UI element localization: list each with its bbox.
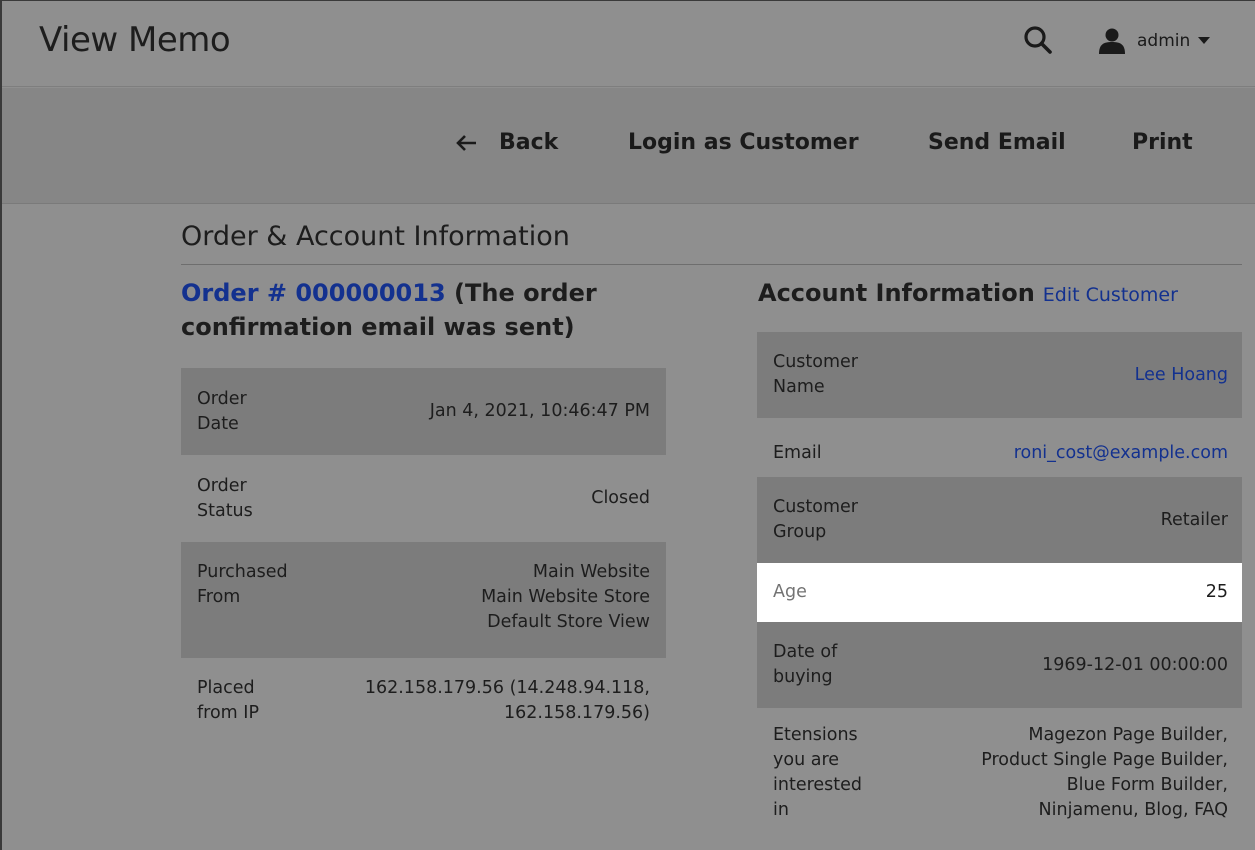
search-icon [1024, 26, 1052, 54]
table-row-order-date: Order Date Jan 4, 2021, 10:46:47 PM [181, 368, 666, 455]
row-value: 162.158.179.56 (14.248.94.118, 162.158.1… [364, 678, 650, 723]
table-row-extensions: Etensions you are interested in Magezon … [757, 708, 1242, 850]
row-label: Order Date [197, 388, 247, 434]
row-label: Order Status [197, 475, 253, 521]
edit-customer-link[interactable]: Edit Customer [1043, 284, 1178, 306]
search-button[interactable] [1022, 24, 1056, 58]
row-label: Etensions you are interested in [773, 725, 863, 820]
row-label: Customer Name [773, 352, 859, 397]
customer-email-link[interactable]: roni_cost@example.com [1014, 441, 1228, 466]
row-label: Email [773, 443, 822, 463]
order-number-link[interactable]: Order # 000000013 [181, 279, 446, 307]
section-title: Order & Account Information [181, 221, 570, 252]
table-row-age: Age 25 [757, 563, 1242, 622]
account-title: Account Information [758, 279, 1035, 307]
table-row-customer-name: Customer Name Lee Hoang [757, 332, 1242, 418]
section-divider [181, 264, 1242, 265]
user-icon [1099, 28, 1125, 54]
row-label: Age [773, 582, 807, 602]
row-label: Purchased From [197, 562, 288, 607]
arrow-left-icon [456, 134, 476, 151]
row-label: Date of buying [773, 642, 838, 687]
row-value: Closed [591, 488, 650, 508]
account-heading: Account Information Edit Customer [758, 276, 1178, 312]
row-value: Jan 4, 2021, 10:46:47 PM [429, 401, 650, 421]
back-label: Back [499, 130, 559, 155]
table-row-date-of-buying: Date of buying 1969-12-01 00:00:00 [757, 622, 1242, 708]
page-actions-bar: Back Login as Customer Send Email Print [2, 88, 1255, 204]
row-value: Retailer [1160, 509, 1228, 530]
row-value: 25 [1205, 582, 1228, 602]
order-heading: Order # 000000013 (The order confirmatio… [181, 276, 661, 344]
table-row-customer-group: Customer Group Retailer [757, 477, 1242, 563]
caret-down-icon [1198, 37, 1211, 44]
customer-name-link[interactable]: Lee Hoang [1135, 363, 1228, 388]
send-email-button[interactable]: Send Email [928, 130, 1066, 155]
table-row-order-status: Order Status Closed [181, 455, 666, 542]
table-row-email: Email roni_cost@example.com [757, 418, 1242, 477]
table-row-purchased-from: Purchased From Main Website Main Website… [181, 542, 666, 658]
admin-user-menu[interactable]: admin [1097, 24, 1211, 58]
back-button[interactable]: Back [455, 130, 558, 155]
user-name: admin [1137, 31, 1191, 51]
table-row-placed-from-ip: Placed from IP 162.158.179.56 (14.248.94… [181, 658, 666, 738]
row-value: Magezon Page Builder, Product Single Pag… [981, 725, 1228, 820]
row-value: Main Website Main Website Store Default … [481, 562, 650, 632]
row-value: 1969-12-01 00:00:00 [1042, 654, 1228, 675]
row-label: Customer Group [773, 497, 859, 542]
login-as-customer-button[interactable]: Login as Customer [628, 130, 859, 155]
page-header: View Memo admin [2, 0, 1255, 87]
row-label: Placed from IP [197, 678, 260, 723]
page-title: View Memo [39, 20, 231, 60]
print-button[interactable]: Print [1132, 130, 1193, 155]
